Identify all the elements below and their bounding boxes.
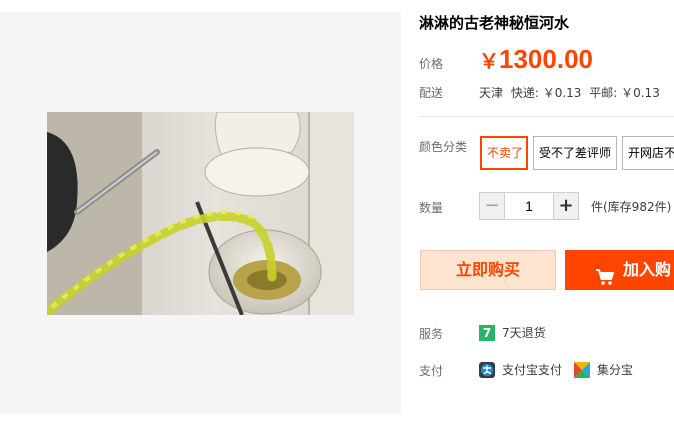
quantity-input[interactable]: 1	[505, 192, 553, 220]
buy-now-button[interactable]: 立即购买	[420, 250, 556, 290]
product-image[interactable]	[47, 112, 354, 315]
shipping-label: 配送	[419, 86, 444, 100]
payment-method-alipay[interactable]: 支付宝支付	[502, 361, 562, 378]
option-item[interactable]: 开网店不	[622, 136, 674, 170]
payment-label: 支付	[419, 364, 444, 378]
add-to-cart-label: 加入购	[623, 260, 672, 279]
options-label: 颜色分类	[419, 140, 468, 154]
add-to-cart-button[interactable]: 加入购	[565, 250, 674, 290]
surface-mail-fee: 平邮: ￥0.13	[589, 86, 660, 100]
product-info: 淋淋的古老神秘恒河水 价格 ￥1300.00 配送 天津 快递: ￥0.13 平…	[419, 0, 674, 429]
service-text: 7天退货	[502, 326, 546, 340]
alipay-icon	[479, 361, 495, 378]
shipping-info: 天津 快递: ￥0.13 平邮: ￥0.13	[479, 84, 664, 101]
price-amount: 1300.00	[499, 44, 593, 74]
jifenbao-icon	[574, 361, 591, 378]
currency-symbol: ￥	[479, 49, 499, 73]
quantity-label: 数量	[419, 201, 444, 215]
payment-methods: 支付宝支付 集分宝	[479, 361, 633, 378]
product-photo	[47, 112, 354, 315]
seven-day-return-icon: 7	[479, 324, 495, 341]
option-item[interactable]: 不卖了	[480, 136, 528, 170]
quantity-decrease-button[interactable]: −	[479, 192, 505, 220]
product-title: 淋淋的古老神秘恒河水	[419, 14, 570, 32]
product-gallery	[0, 12, 401, 414]
divider	[419, 116, 674, 117]
option-item[interactable]: 受不了差评师	[533, 136, 617, 170]
express-fee: 快递: ￥0.13	[510, 86, 582, 100]
stock-text: 件(库存982件)	[591, 200, 672, 214]
price-value: ￥1300.00	[479, 44, 593, 75]
price-label: 价格	[419, 57, 444, 71]
shipping-origin[interactable]: 天津	[479, 86, 503, 100]
cart-icon	[595, 261, 615, 290]
payment-method-jifenbao[interactable]: 集分宝	[597, 361, 633, 378]
service-label: 服务	[419, 327, 444, 341]
quantity-stepper: − 1 +	[479, 192, 579, 220]
service-return[interactable]: 7 7天退货	[479, 324, 546, 341]
quantity-increase-button[interactable]: +	[553, 192, 579, 220]
